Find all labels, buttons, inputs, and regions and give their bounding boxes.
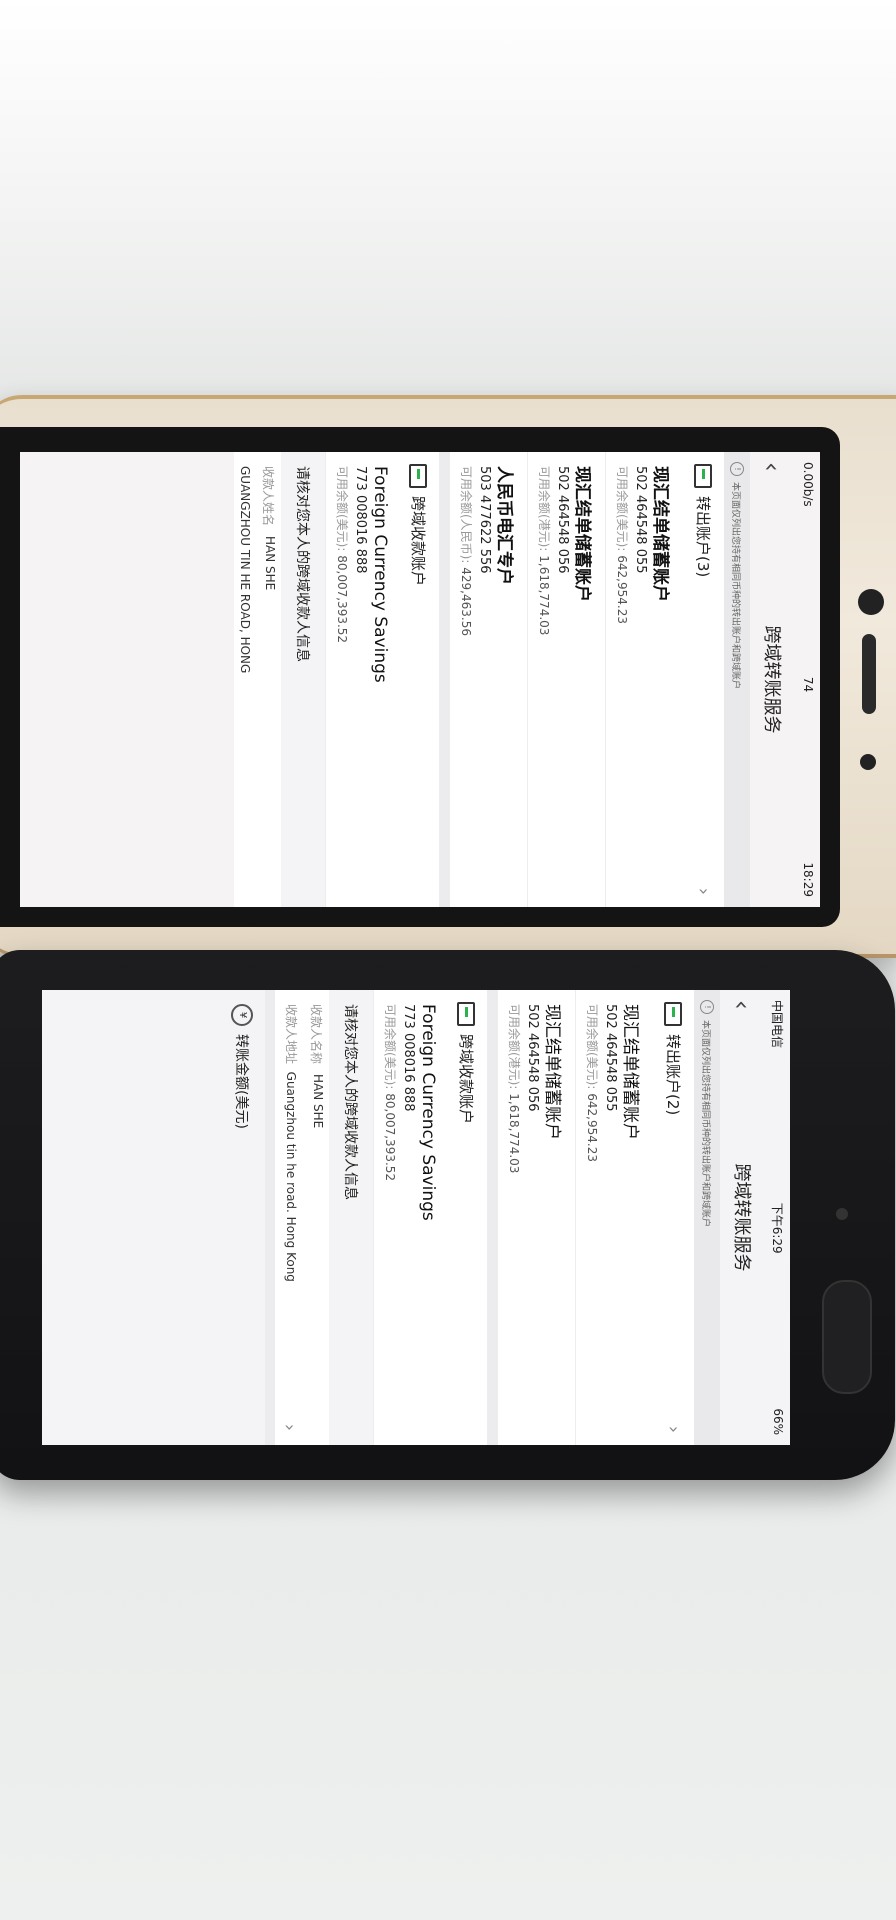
divider: [265, 990, 275, 1445]
info-icon: !: [730, 462, 744, 476]
notice-text: 本页面仅列出您持有相同币种的转出账户和跨域账户: [730, 482, 741, 690]
account-number: 502 464548 056: [555, 466, 570, 574]
info-icon: !: [700, 1000, 714, 1014]
payee-name-row: 收款人名称 HAN SHE: [304, 990, 329, 1445]
account-number: 773 008016 888: [401, 1004, 416, 1112]
out-accounts-header[interactable]: 转出账户(2) ›: [653, 990, 694, 1445]
confirm-heading: 请核对您本人的跨域收款人信息: [281, 452, 325, 907]
account-number: 503 477622 556: [477, 466, 492, 574]
chevron-right-icon: ›: [693, 887, 714, 895]
payee-address: Guangzhou tin he road. Hong Kong: [284, 1071, 298, 1282]
chevron-left-icon[interactable]: ‹: [728, 1000, 756, 1010]
notice-bar: ! 本页面仅列出您持有相同币种的转出账户和跨域账户: [724, 452, 750, 907]
account-card-icon: [694, 464, 713, 488]
page-title: 跨域转账服务: [731, 1163, 752, 1272]
out-accounts-header[interactable]: 转出账户(3) ›: [683, 452, 724, 907]
status-bar: 中国电信 下午6:29 66%: [766, 990, 790, 1445]
front-camera-icon: [858, 589, 884, 615]
payee-name-label: 收款人名称: [309, 1004, 323, 1065]
balance-value: 80,007,393.52: [383, 1093, 397, 1182]
account-item[interactable]: 现汇结单储蓄账户 502 464548 055 可用余额(美元): 642,95…: [605, 452, 683, 907]
in-account-header: 跨域收款账户: [398, 452, 439, 907]
balance-label: 可用余额(港元):: [507, 1004, 521, 1090]
balance-label: 可用余额(美元):: [383, 1004, 397, 1090]
account-name: 现汇结单储蓄账户: [650, 466, 670, 602]
battery-level: 66%: [771, 1408, 785, 1435]
confirm-heading: 请核对您本人的跨域收款人信息: [329, 990, 373, 1445]
desk-background: [0, 0, 896, 420]
in-account-title: 跨域收款账户: [457, 1034, 475, 1125]
chevron-right-icon: ›: [663, 1425, 684, 1433]
carrier: 中国电信: [770, 1000, 785, 1049]
balance-label: 可用余额(美元):: [615, 466, 629, 552]
signal-strength: 74: [801, 676, 815, 693]
account-item[interactable]: 现汇结单储蓄账户 502 464548 056 可用余额(港元): 1,618,…: [527, 452, 605, 907]
account-name: 现汇结单储蓄账户: [572, 466, 592, 602]
amount-label: 转账金额(美元): [233, 1034, 249, 1129]
clock: 下午6:29: [770, 1202, 785, 1254]
balance-value: 1,618,774.03: [507, 1093, 521, 1174]
front-camera-icon: [836, 1208, 848, 1220]
clock: 18:29: [801, 862, 815, 897]
payee-name-label: 收款人姓名: [261, 466, 275, 527]
account-number: 502 464548 055: [633, 466, 648, 574]
balance-value: 1,618,774.03: [537, 555, 551, 636]
account-number: 502 464548 056: [525, 1004, 540, 1112]
account-card-icon: [664, 1002, 683, 1026]
account-number: 773 008016 888: [353, 466, 368, 574]
nav-bar: ‹ 跨域转账服务: [750, 452, 796, 907]
earpiece-speaker: [862, 634, 876, 714]
network-speed: 0.00b/s: [801, 462, 815, 507]
sensor-icon: [860, 754, 876, 770]
divider: [487, 990, 497, 1445]
balance-label: 可用余额(人民币):: [459, 466, 473, 564]
page-title: 跨域转账服务: [761, 625, 782, 734]
payee-address-row[interactable]: 收款人地址 Guangzhou tin he road. Hong Kong ›: [275, 990, 304, 1445]
payee-name: HAN SHE: [263, 536, 277, 591]
nav-bar: ‹ 跨域转账服务: [720, 990, 766, 1445]
divider: [439, 452, 449, 907]
payee-address-label: 收款人地址: [284, 1004, 298, 1065]
balance-value: 429,463.56: [459, 567, 473, 636]
account-number: 502 464548 055: [603, 1004, 618, 1112]
gold-phone-screen: 0.00b/s 74 18:29 ‹ 跨域转账服务 ! 本页面仅列出您持有相同币…: [20, 452, 820, 907]
balance-label: 可用余额(美元):: [335, 466, 349, 552]
out-accounts-title: 转出账户(2): [664, 1034, 682, 1116]
account-name: 现汇结单储蓄账户: [620, 1004, 640, 1140]
payee-name: HAN SHE: [311, 1074, 325, 1129]
in-account-header: 跨域收款账户: [446, 990, 487, 1445]
balance-value: 80,007,393.52: [335, 555, 349, 644]
payee-address-row: GUANGZHOU TIN HE ROAD, HONG: [234, 452, 256, 907]
black-phone-screen: 中国电信 下午6:29 66% ‹ 跨域转账服务 ! 本页面仅列出您持有相同币种…: [42, 990, 790, 1445]
payee-name-row: 收款人姓名 HAN SHE: [256, 452, 281, 907]
notice-text: 本页面仅列出您持有相同币种的转出账户和跨域账户: [700, 1020, 711, 1228]
status-bar: 0.00b/s 74 18:29: [796, 452, 820, 907]
receiving-account[interactable]: Foreign Currency Savings 773 008016 888 …: [325, 452, 398, 907]
balance-value: 642,954.23: [585, 1093, 599, 1162]
account-item[interactable]: 现汇结单储蓄账户 502 464548 055 可用余额(美元): 642,95…: [575, 990, 653, 1445]
account-item[interactable]: 人民币电汇专户 503 477622 556 可用余额(人民币): 429,46…: [449, 452, 527, 907]
chevron-right-icon: ›: [279, 1423, 300, 1431]
account-card-icon: [409, 464, 428, 488]
in-account-title: 跨域收款账户: [409, 496, 427, 587]
balance-label: 可用余额(港元):: [537, 466, 551, 552]
account-name: 人民币电汇专户: [494, 466, 514, 585]
account-name: Foreign Currency Savings: [370, 466, 390, 683]
notice-bar: ! 本页面仅列出您持有相同币种的转出账户和跨域账户: [694, 990, 720, 1445]
payee-address: GUANGZHOU TIN HE ROAD, HONG: [238, 466, 252, 674]
balance-label: 可用余额(美元):: [585, 1004, 599, 1090]
account-item[interactable]: 现汇结单储蓄账户 502 464548 056 可用余额(港元): 1,618,…: [497, 990, 575, 1445]
chevron-left-icon[interactable]: ‹: [758, 462, 786, 472]
account-name: 现汇结单储蓄账户: [542, 1004, 562, 1140]
receiving-account[interactable]: Foreign Currency Savings 773 008016 888 …: [373, 990, 446, 1445]
amount-heading: ¥ 转账金额(美元): [219, 990, 265, 1445]
home-button[interactable]: [822, 1280, 872, 1394]
account-card-icon: [457, 1002, 476, 1026]
coin-icon: ¥: [231, 1004, 253, 1026]
out-accounts-title: 转出账户(3): [694, 496, 712, 578]
balance-value: 642,954.23: [615, 555, 629, 624]
account-name: Foreign Currency Savings: [418, 1004, 438, 1221]
